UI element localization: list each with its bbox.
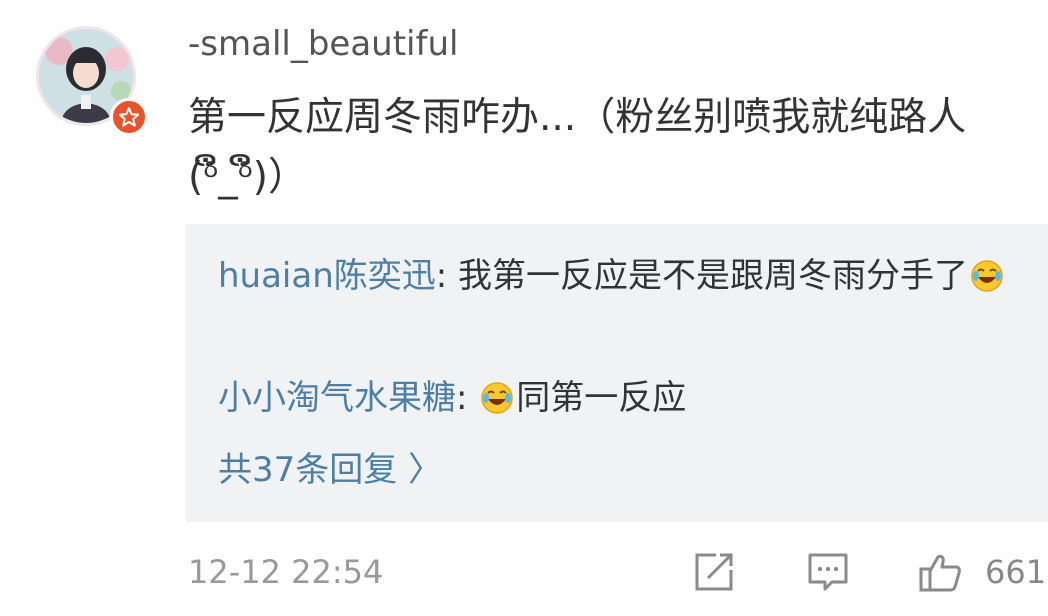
like-count: 661 (985, 553, 1047, 591)
more-replies-link[interactable]: 共37条回复 〉 (218, 442, 442, 498)
laugh-cry-emoji-icon (481, 382, 514, 414)
reply-author[interactable]: 小小淘气水果糖 (218, 378, 456, 418)
star-badge-icon (110, 98, 148, 136)
reply-text: 我第一反应是不是跟周冬雨分手了 (458, 256, 969, 296)
reply-separator: : (456, 378, 479, 418)
replies-panel[interactable]: huaian陈奕迅: 我第一反应是不是跟周冬雨分手了 小小淘气水果糖: 同第一反… (186, 224, 1048, 522)
avatar-container[interactable] (36, 26, 148, 138)
reply-item[interactable]: huaian陈奕迅: 我第一反应是不是跟周冬雨分手了 (218, 248, 1018, 304)
reply-item[interactable]: 小小淘气水果糖: 同第一反应 (218, 370, 1018, 426)
reply-text-after: 同第一反应 (516, 378, 687, 418)
laugh-cry-emoji-icon (971, 260, 1003, 292)
username[interactable]: -small_beautiful (188, 24, 458, 64)
reply-separator: : (435, 256, 459, 296)
thumbs-up-icon[interactable] (918, 550, 962, 594)
edit-share-icon[interactable] (692, 550, 736, 594)
comment-text: 第一反应周冬雨咋办...（粉丝别喷我就纯路人(ᵟຶ_ᵟຶ)） (188, 95, 967, 200)
timestamp: 12-12 22:54 (188, 553, 384, 591)
reply-author[interactable]: huaian陈奕迅 (218, 256, 436, 296)
comment-icon[interactable] (806, 550, 850, 594)
